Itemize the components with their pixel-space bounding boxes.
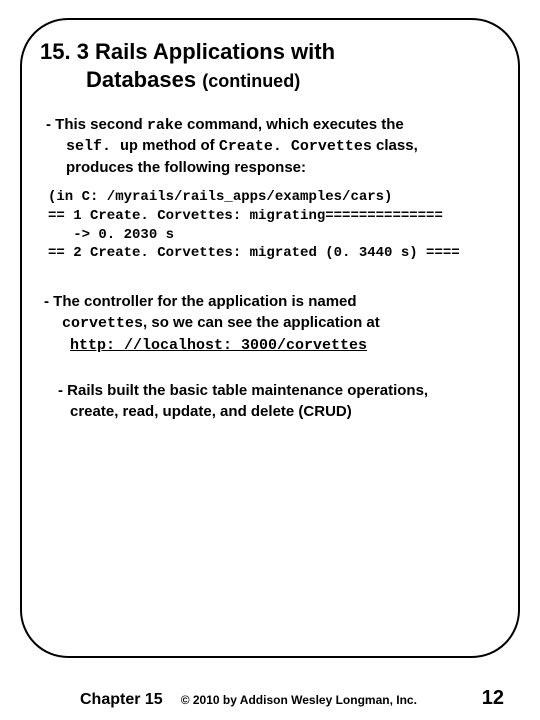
code-line: -> 0. 2030 s [48,227,174,243]
page-number: 12 [482,687,504,710]
chapter-label: Chapter 15 [80,691,163,709]
text: create, read, update, and delete (CRUD) [70,401,352,422]
page: 15. 3 Rails Applications with Databases … [0,0,540,720]
slide-title: 15. 3 Rails Applications with Databases … [40,38,500,93]
text: - Rails built the basic table maintenanc… [58,382,428,399]
title-line1: 15. 3 Rails Applications with [40,39,335,64]
url-localhost-corvettes[interactable]: http: //localhost: 3000/corvettes [70,335,367,356]
text: - The controller for the application is … [44,293,357,310]
slide-frame: 15. 3 Rails Applications with Databases … [20,18,520,658]
text: method of [138,137,219,154]
console-output: (in C: /myrails/rails_apps/examples/cars… [48,188,500,264]
text: produces the following response: [66,158,500,178]
text: class, [372,137,418,154]
text: , so we can see the application at [143,314,380,331]
code-create-corvettes: Create. Corvettes [219,138,372,155]
code-line: == 2 Create. Corvettes: migrated (0. 344… [48,245,460,261]
bullet-crud: - Rails built the basic table maintenanc… [58,380,500,422]
text: command, which executes the [183,116,404,133]
bullet-controller-name: - The controller for the application is … [44,291,500,356]
bullet-rake-command: - This second rake command, which execut… [46,115,500,178]
copyright-text: © 2010 by Addison Wesley Longman, Inc. [181,693,417,707]
title-continued: (continued) [202,71,300,91]
title-line2-main: Databases [86,67,196,92]
code-self-up: self. up [66,138,138,155]
footer: Chapter 15 © 2010 by Addison Wesley Long… [0,687,540,710]
text: - This second [46,116,147,133]
code-line: (in C: /myrails/rails_apps/examples/cars… [48,189,392,205]
code-rake: rake [147,117,183,134]
code-corvettes: corvettes [62,315,143,332]
code-line: == 1 Create. Corvettes: migrating=======… [48,208,443,224]
